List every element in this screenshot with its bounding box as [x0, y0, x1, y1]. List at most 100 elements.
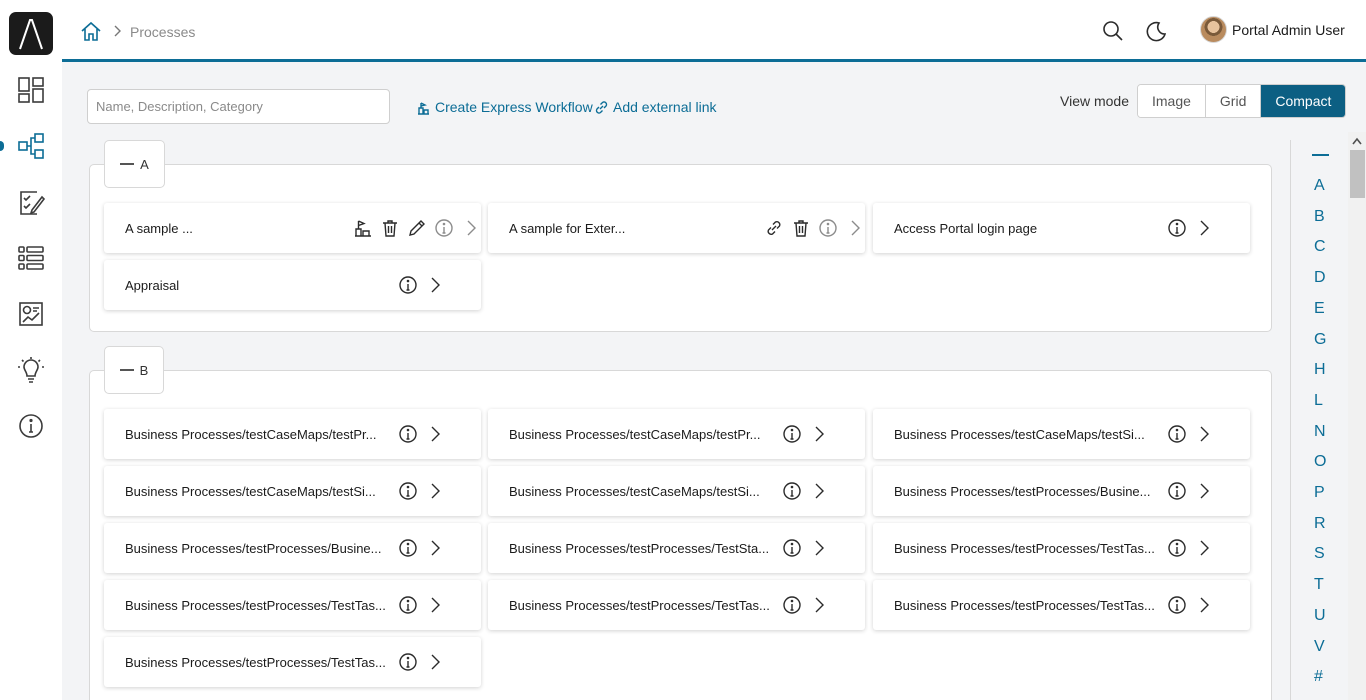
- info-icon[interactable]: [1166, 217, 1188, 239]
- edit-icon[interactable]: [406, 217, 428, 239]
- alphabet-letter[interactable]: C: [1314, 238, 1326, 256]
- process-card[interactable]: Business Processes/testProcesses/TestTas…: [488, 580, 865, 630]
- info-icon[interactable]: [781, 423, 803, 445]
- chevron-right-icon[interactable]: [1193, 537, 1215, 559]
- process-card[interactable]: Business Processes/testCaseMaps/testSi..…: [873, 409, 1250, 459]
- nav-statistics[interactable]: [0, 294, 62, 334]
- chevron-right-icon[interactable]: [424, 651, 446, 673]
- delete-icon[interactable]: [379, 217, 401, 239]
- nav-tasks[interactable]: [0, 182, 62, 222]
- group-b-toggle[interactable]: B: [104, 346, 164, 394]
- chevron-right-icon[interactable]: [424, 423, 446, 445]
- search-icon[interactable]: [1102, 20, 1124, 42]
- create-express-workflow-link[interactable]: Create Express Workflow: [416, 99, 593, 115]
- delete-icon[interactable]: [790, 217, 812, 239]
- chevron-right-icon[interactable]: [424, 594, 446, 616]
- chevron-right-icon[interactable]: [1193, 480, 1215, 502]
- process-card[interactable]: Access Portal login page: [873, 203, 1250, 253]
- info-icon[interactable]: [397, 274, 419, 296]
- alphabet-letter[interactable]: P: [1314, 484, 1325, 502]
- info-icon[interactable]: [397, 480, 419, 502]
- chevron-right-icon[interactable]: [808, 423, 830, 445]
- alphabet-letter[interactable]: #: [1314, 668, 1323, 686]
- chevron-right-icon[interactable]: [424, 537, 446, 559]
- chevron-right-icon[interactable]: [1193, 594, 1215, 616]
- process-card[interactable]: Business Processes/testProcesses/TestTas…: [104, 580, 481, 630]
- home-icon[interactable]: [80, 20, 102, 42]
- alphabet-letter[interactable]: R: [1314, 515, 1326, 533]
- alphabet-letter[interactable]: L: [1314, 392, 1323, 410]
- alphabet-letter[interactable]: E: [1314, 300, 1325, 318]
- alphabet-letter[interactable]: N: [1314, 423, 1326, 441]
- chevron-right-icon[interactable]: [808, 537, 830, 559]
- info-icon[interactable]: [817, 217, 839, 239]
- chevron-right-icon[interactable]: [808, 480, 830, 502]
- chevron-right-icon[interactable]: [1193, 217, 1215, 239]
- alphabet-letter[interactable]: G: [1314, 331, 1326, 349]
- chevron-right-icon[interactable]: [460, 217, 482, 239]
- info-icon[interactable]: [397, 651, 419, 673]
- nav-processes[interactable]: [0, 126, 62, 166]
- alphabet-letter[interactable]: H: [1314, 361, 1326, 379]
- tasks-icon: [20, 191, 45, 215]
- search-input[interactable]: [87, 89, 390, 124]
- process-card[interactable]: Business Processes/testProcesses/TestTas…: [873, 580, 1250, 630]
- info-icon[interactable]: [1166, 537, 1188, 559]
- scroll-up-icon[interactable]: [1351, 136, 1363, 146]
- process-card[interactable]: A sample ...: [104, 203, 481, 253]
- chevron-right-icon[interactable]: [844, 217, 866, 239]
- collapse-all-icon[interactable]: [1312, 154, 1329, 156]
- avatar[interactable]: [1200, 16, 1227, 43]
- process-name: Business Processes/testProcesses/TestTas…: [894, 598, 1155, 613]
- process-card[interactable]: Appraisal: [104, 260, 481, 310]
- alphabet-letter[interactable]: U: [1314, 607, 1326, 625]
- process-card[interactable]: Business Processes/testProcesses/Busine.…: [104, 523, 481, 573]
- chevron-right-icon[interactable]: [1193, 423, 1215, 445]
- info-icon[interactable]: [1166, 423, 1188, 445]
- process-card[interactable]: Business Processes/testCaseMaps/testSi..…: [488, 466, 865, 516]
- chevron-right-icon[interactable]: [424, 274, 446, 296]
- info-icon[interactable]: [433, 217, 455, 239]
- info-icon[interactable]: [397, 423, 419, 445]
- process-card[interactable]: Business Processes/testProcesses/TestTas…: [873, 523, 1250, 573]
- process-card[interactable]: Business Processes/testProcesses/TestTas…: [104, 637, 481, 687]
- link-icon[interactable]: [763, 217, 785, 239]
- alphabet-letter[interactable]: V: [1314, 638, 1325, 656]
- nav-dashboard[interactable]: [0, 70, 62, 110]
- info-icon[interactable]: [397, 594, 419, 616]
- process-card[interactable]: A sample for Exter...: [488, 203, 865, 253]
- process-card[interactable]: Business Processes/testCaseMaps/testPr..…: [488, 409, 865, 459]
- info-icon[interactable]: [781, 537, 803, 559]
- view-mode-compact-button[interactable]: Compact: [1261, 85, 1346, 117]
- alphabet-letter[interactable]: A: [1314, 177, 1325, 195]
- scrollbar-thumb[interactable]: [1350, 150, 1365, 198]
- alphabet-letter[interactable]: O: [1314, 453, 1326, 471]
- alphabet-letter[interactable]: S: [1314, 545, 1325, 563]
- process-card[interactable]: Business Processes/testCaseMaps/testPr..…: [104, 409, 481, 459]
- info-icon[interactable]: [781, 594, 803, 616]
- process-card[interactable]: Business Processes/testProcesses/Busine.…: [873, 466, 1250, 516]
- process-card[interactable]: Business Processes/testCaseMaps/testSi..…: [104, 466, 481, 516]
- alphabet-letter[interactable]: B: [1314, 208, 1325, 226]
- view-mode-grid-button[interactable]: Grid: [1205, 85, 1262, 117]
- info-icon[interactable]: [1166, 594, 1188, 616]
- user-name[interactable]: Portal Admin User: [1232, 22, 1345, 38]
- chevron-right-icon[interactable]: [424, 480, 446, 502]
- info-icon[interactable]: [1166, 480, 1188, 502]
- chevron-right-icon[interactable]: [808, 594, 830, 616]
- group-a-toggle[interactable]: A: [104, 140, 165, 188]
- alphabet-letter[interactable]: T: [1314, 576, 1324, 594]
- process-card[interactable]: Business Processes/testProcesses/TestSta…: [488, 523, 865, 573]
- app-logo[interactable]: [9, 12, 53, 55]
- info-icon[interactable]: [781, 480, 803, 502]
- add-external-link[interactable]: Add external link: [594, 99, 717, 115]
- view-mode-image-button[interactable]: Image: [1138, 85, 1206, 117]
- info-icon[interactable]: [397, 537, 419, 559]
- alphabet-letter[interactable]: D: [1314, 269, 1326, 287]
- nav-info[interactable]: [0, 406, 62, 446]
- scrollbar[interactable]: [1348, 132, 1366, 700]
- dark-mode-icon[interactable]: [1145, 20, 1167, 42]
- nav-cases[interactable]: [0, 238, 62, 278]
- workflow-icon[interactable]: [352, 217, 374, 239]
- nav-ideas[interactable]: [0, 350, 62, 390]
